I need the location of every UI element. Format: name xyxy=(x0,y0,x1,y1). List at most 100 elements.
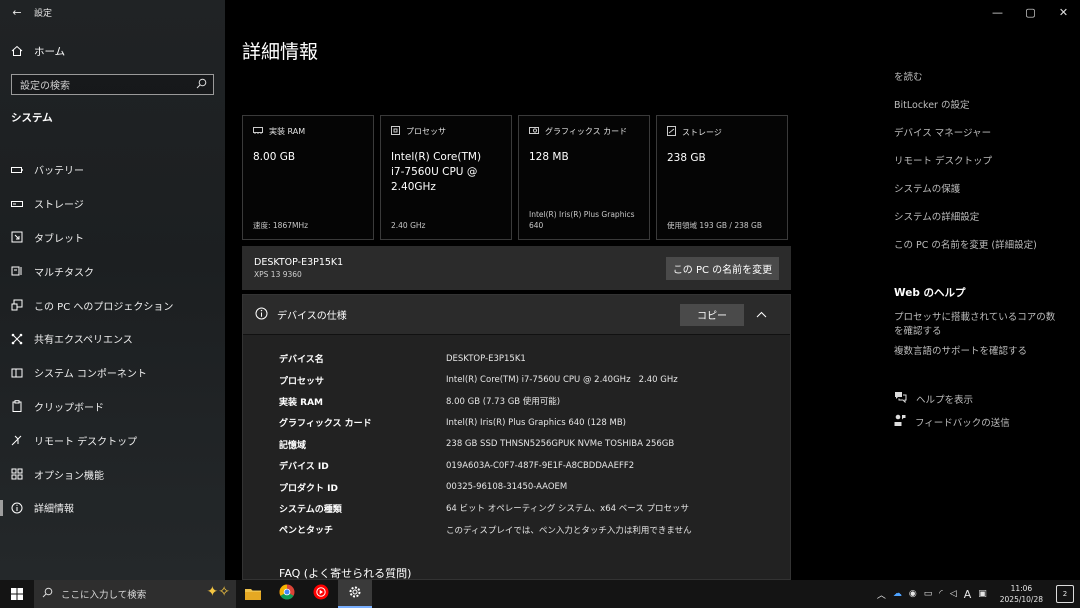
taskbar-file-explorer[interactable] xyxy=(236,580,270,608)
rename-pc-button[interactable]: この PC の名前を変更 xyxy=(666,256,779,280)
web-help-link-languages[interactable]: 複数言語のサポートを確認する xyxy=(894,345,1064,359)
sparkle-icon: ✦✧ xyxy=(206,584,230,600)
related-link-remote-desktop[interactable]: リモート デスクトップ xyxy=(894,153,992,167)
wifi-icon[interactable]: ◜ xyxy=(939,589,943,599)
minimize-button[interactable]: — xyxy=(981,0,1014,24)
card-subtext: Intel(R) Iris(R) Plus Graphics 640 xyxy=(529,210,635,230)
security-icon[interactable]: ◉ xyxy=(909,589,917,599)
card-label: ストレージ xyxy=(682,127,722,137)
multitask-icon xyxy=(0,265,34,277)
sidebar-item-clipboard[interactable]: クリップボード xyxy=(0,390,225,424)
related-link-device-manager[interactable]: デバイス マネージャー xyxy=(894,125,991,139)
related-link-read[interactable]: を読む xyxy=(894,69,923,83)
maximize-button[interactable]: ▢ xyxy=(1014,0,1047,24)
ram-card: 実装 RAM 8.00 GB 速度: 1867MHz xyxy=(242,115,374,240)
related-link-system-protection[interactable]: システムの保護 xyxy=(894,181,960,195)
start-button[interactable] xyxy=(0,585,34,604)
card-value: 128 MB xyxy=(529,151,569,163)
pc-name-panel: DESKTOP-E3P15K1 XPS 13 9360 この PC の名前を変更 xyxy=(242,246,791,290)
chevron-up-icon xyxy=(756,308,767,321)
ram-icon xyxy=(253,127,263,136)
keyboard-icon[interactable]: ▣ xyxy=(978,589,987,599)
taskbar-settings[interactable] xyxy=(338,580,372,608)
device-spec-header[interactable]: デバイスの仕様 コピー xyxy=(243,295,790,335)
sidebar-item-storage[interactable]: ストレージ xyxy=(0,187,225,221)
spec-key: プロダクト ID xyxy=(279,483,338,494)
sidebar-item-system-components[interactable]: システム コンポーネント xyxy=(0,356,225,390)
sidebar-item-projection[interactable]: この PC へのプロジェクション xyxy=(0,288,225,322)
ime-mode-indicator[interactable]: A xyxy=(964,588,972,601)
spec-row: デバイス ID 019A603A-C0F7-487F-9E1F-A8CBDDAAE… xyxy=(279,455,790,476)
spec-row: 実装 RAM 8.00 GB (7.73 GB 使用可能) xyxy=(279,391,790,412)
sidebar-item-label: マルチタスク xyxy=(34,267,94,279)
home-nav-item[interactable]: ホーム xyxy=(0,40,225,62)
clipboard-icon xyxy=(0,400,34,413)
spec-row: 記憶域 238 GB SSD THNSN5256GPUK NVMe TOSHIBA… xyxy=(279,434,790,455)
related-link-rename-advanced[interactable]: この PC の名前を変更 (詳細設定) xyxy=(894,237,1037,251)
section-title: システム xyxy=(11,112,53,124)
clock[interactable]: 11:06 2025/10/28 xyxy=(1000,583,1043,605)
spec-value: 64 ビット オペレーティング システム、x64 ベース プロセッサ xyxy=(446,504,689,515)
spec-key: プロセッサ xyxy=(279,376,325,387)
spec-key: グラフィックス カード xyxy=(279,419,372,430)
card-value: 238 GB xyxy=(667,152,706,164)
chevron-up-icon[interactable]: ︿ xyxy=(877,588,886,601)
spec-row: プロセッサ Intel(R) Core(TM) i7-7560U CPU @ 2.… xyxy=(279,369,790,390)
related-link-bitlocker[interactable]: BitLocker の設定 xyxy=(894,97,969,111)
sidebar-item-label: クリップボード xyxy=(34,402,104,414)
send-feedback-link[interactable]: フィードバックの送信 xyxy=(894,414,1010,430)
feedback-icon xyxy=(894,414,906,430)
processor-card: プロセッサ Intel(R) Core(TM) i7-7560U CPU @ 2… xyxy=(380,115,512,240)
sidebar-item-label: タブレット xyxy=(34,233,84,245)
sidebar-item-tablet[interactable]: タブレット xyxy=(0,221,225,255)
taskbar-chrome[interactable] xyxy=(270,580,304,608)
volume-icon[interactable]: ◁ xyxy=(950,589,957,599)
onedrive-icon[interactable]: ☁ xyxy=(893,589,902,599)
sidebar-item-shared-experiences[interactable]: 共有エクスペリエンス xyxy=(0,322,225,356)
web-help-heading: Web のヘルプ xyxy=(894,287,966,299)
get-help-link[interactable]: ヘルプを表示 xyxy=(894,391,973,406)
close-button[interactable]: ✕ xyxy=(1047,0,1080,24)
collapse-button[interactable] xyxy=(744,308,778,321)
notification-count: 2 xyxy=(1062,590,1068,598)
sidebar-item-battery[interactable]: バッテリー xyxy=(0,153,225,187)
spec-key: ペンとタッチ xyxy=(279,526,334,537)
back-button[interactable]: ← xyxy=(0,6,34,19)
card-label: 実装 RAM xyxy=(269,127,306,136)
faq-heading: FAQ (よく寄せられる質問) xyxy=(279,567,412,580)
search-placeholder: 設定の検索 xyxy=(20,81,70,92)
sidebar-item-optional-features[interactable]: オプション機能 xyxy=(0,457,225,491)
sidebar-item-about[interactable]: 詳細情報 xyxy=(0,491,225,525)
sidebar-item-remote-desktop[interactable]: リモート デスクトップ xyxy=(0,423,225,457)
spec-row: プロダクト ID 00325-96108-31450-AAOEM xyxy=(279,476,790,497)
battery-icon[interactable]: ▭ xyxy=(924,589,933,599)
taskbar-search-placeholder: ここに入力して検索 xyxy=(61,590,147,601)
related-link-advanced-system[interactable]: システムの詳細設定 xyxy=(894,209,979,223)
spec-row: システムの種類 64 ビット オペレーティング システム、x64 ベース プロセッ… xyxy=(279,498,790,519)
storage-icon xyxy=(0,200,34,208)
clock-time: 11:06 xyxy=(1010,584,1033,593)
sidebar-item-label: システム コンポーネント xyxy=(34,369,147,381)
copy-button[interactable]: コピー xyxy=(680,303,744,326)
search-icon xyxy=(196,78,207,92)
spec-value: 00325-96108-31450-AAOEM xyxy=(446,482,568,493)
components-icon xyxy=(0,367,34,379)
spec-value: 238 GB SSD THNSN5256GPUK NVMe TOSHIBA 25… xyxy=(446,439,675,450)
chat-help-icon xyxy=(894,391,907,406)
spec-value: Intel(R) Iris(R) Plus Graphics 640 (128 … xyxy=(446,417,626,428)
remote-desktop-icon xyxy=(0,434,34,446)
taskbar-search-box[interactable]: ここに入力して検索 ✦✧ xyxy=(34,580,236,608)
taskbar: ここに入力して検索 ✦✧ ︿ ☁ ◉ ▭ ◜ ◁ A ▣ 11:06 2025/… xyxy=(0,580,1080,608)
chrome-icon xyxy=(279,584,295,604)
send-feedback-label: フィードバックの送信 xyxy=(915,418,1010,429)
spec-key: 記憶域 xyxy=(279,440,307,451)
notification-center-button[interactable]: 2 xyxy=(1056,585,1074,603)
home-label: ホーム xyxy=(34,45,66,58)
info-icon xyxy=(0,502,34,514)
spec-key: システムの種類 xyxy=(279,504,342,515)
settings-search-input[interactable]: 設定の検索 xyxy=(11,74,214,95)
system-nav-list: バッテリー ストレージ タブレット マルチタスク この PC へのプロジェクショ… xyxy=(0,153,225,525)
web-help-link-cores[interactable]: プロセッサに搭載されているコアの数を確認する xyxy=(894,311,1064,339)
sidebar-item-multitask[interactable]: マルチタスク xyxy=(0,254,225,288)
taskbar-youtube-music[interactable] xyxy=(304,580,338,608)
